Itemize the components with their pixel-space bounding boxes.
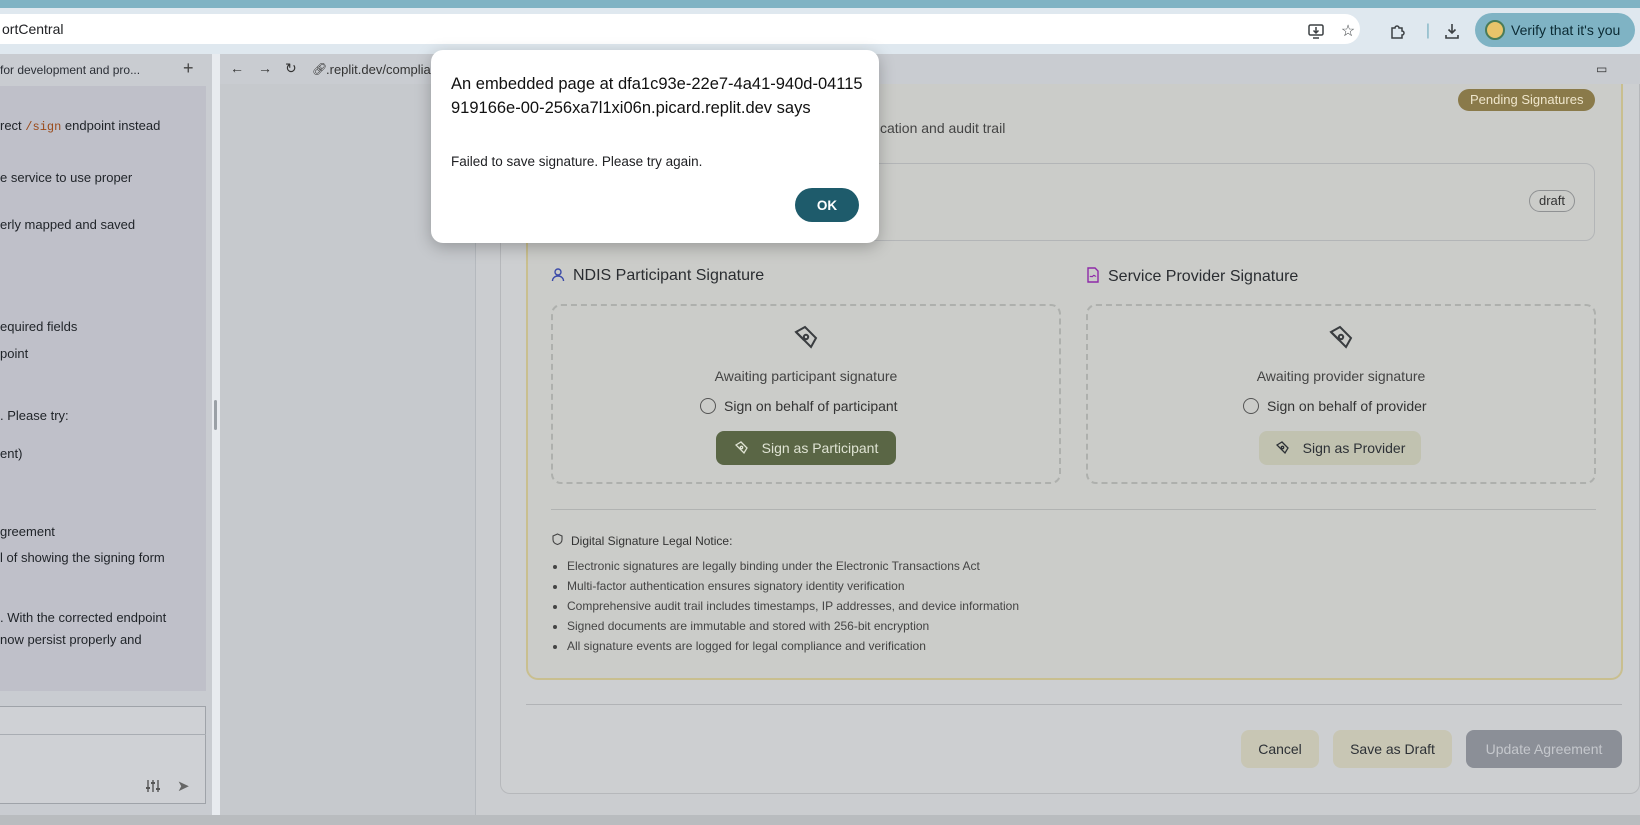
legal-notice-title: Digital Signature Legal Notice: xyxy=(552,533,732,548)
browser-top-strip xyxy=(0,0,1640,8)
chat-input-box[interactable]: ➤ xyxy=(0,706,206,804)
alert-dialog: An embedded page at dfa1c93e-22e7-4a41-9… xyxy=(431,50,879,243)
chat-header: for development and pro... xyxy=(0,63,141,77)
chat-messages: rect /sign endpoint instead e service to… xyxy=(0,86,206,691)
save-draft-button[interactable]: Save as Draft xyxy=(1333,730,1452,768)
chat-line: ent) xyxy=(0,446,23,461)
section-divider xyxy=(551,509,1596,510)
browser-toolbar: ortCentral ☆ | Verify that it's you xyxy=(0,8,1640,54)
participant-awaiting-text: Awaiting participant signature xyxy=(714,368,898,384)
sign-behalf-label: Sign on behalf of provider xyxy=(1267,398,1427,414)
provider-title-label: Service Provider Signature xyxy=(1108,267,1299,285)
back-arrow-icon[interactable]: ← xyxy=(230,60,244,76)
profile-avatar xyxy=(1485,20,1505,40)
pen-tool-icon xyxy=(1324,320,1358,354)
legal-title-label: Digital Signature Legal Notice: xyxy=(571,533,733,548)
list-item: Signed documents are immutable and store… xyxy=(567,616,1019,636)
status-badge: Pending Signatures xyxy=(1458,89,1596,111)
sign-as-provider-button[interactable]: Sign as Provider xyxy=(1259,431,1421,465)
button-label: Sign as Participant xyxy=(761,440,879,456)
radio-button[interactable] xyxy=(1243,398,1259,414)
bookmark-star-icon[interactable]: ☆ xyxy=(1338,21,1358,41)
bottom-strip xyxy=(0,815,1640,825)
download-icon[interactable] xyxy=(1442,21,1462,41)
link-icon: 🔗︎ xyxy=(312,62,328,76)
address-bar[interactable]: ortCentral xyxy=(0,14,1360,44)
reload-icon[interactable]: ↻ xyxy=(285,60,297,77)
chat-line: now persist properly and xyxy=(0,632,142,647)
dialog-title: An embedded page at dfa1c93e-22e7-4a41-9… xyxy=(451,75,863,117)
file-signature-icon xyxy=(1086,267,1100,286)
toolbar-separator: | xyxy=(1425,22,1431,39)
embedded-url[interactable]: .replit.dev/complia xyxy=(326,62,431,77)
provider-awaiting-text: Awaiting provider signature xyxy=(1256,368,1426,384)
button-label: Sign as Provider xyxy=(1302,440,1406,456)
sign-behalf-label: Sign on behalf of participant xyxy=(724,398,898,414)
agent-chat-panel: for development and pro... + rect /sign … xyxy=(0,54,212,825)
ok-button[interactable]: OK xyxy=(795,188,859,222)
list-item: All signature events are logged for lega… xyxy=(567,636,1019,656)
pen-icon xyxy=(734,441,748,455)
chat-line: greement xyxy=(0,524,55,539)
new-chat-plus-icon[interactable]: + xyxy=(183,58,194,79)
radio-button[interactable] xyxy=(700,398,716,414)
chat-line: equired fields xyxy=(0,319,78,334)
chat-line: l of showing the signing form xyxy=(0,550,165,565)
participant-signature-title: NDIS Participant Signature xyxy=(551,267,764,285)
devices-icon[interactable]: ▭ xyxy=(1596,62,1607,76)
extensions-icon[interactable] xyxy=(1388,21,1408,41)
pen-icon xyxy=(1275,441,1289,455)
chat-line: point xyxy=(0,346,29,361)
forward-arrow-icon[interactable]: → xyxy=(258,60,272,76)
send-icon[interactable]: ➤ xyxy=(177,777,190,795)
install-app-icon[interactable] xyxy=(1306,21,1326,41)
draft-badge: draft xyxy=(1529,190,1576,212)
sign-behalf-participant-option[interactable]: Sign on behalf of participant xyxy=(700,398,898,414)
footer-divider xyxy=(526,704,1622,705)
pen-tool-icon xyxy=(789,320,823,354)
list-item: Multi-factor authentication ensures sign… xyxy=(567,576,1019,596)
legal-notice-list: Electronic signatures are legally bindin… xyxy=(567,556,1019,656)
verify-identity-button[interactable]: Verify that it's you xyxy=(1475,13,1635,47)
chat-input-header xyxy=(0,707,206,735)
sign-behalf-provider-option[interactable]: Sign on behalf of provider xyxy=(1243,398,1427,414)
address-bar-text: ortCentral xyxy=(2,21,64,37)
section-subtitle: cation and audit trail xyxy=(880,120,1006,136)
chat-line: erly mapped and saved xyxy=(0,217,136,232)
cancel-button[interactable]: Cancel xyxy=(1241,730,1319,768)
sign-as-participant-button[interactable]: Sign as Participant xyxy=(716,431,896,465)
user-icon xyxy=(551,267,565,285)
list-item: Comprehensive audit trail includes times… xyxy=(567,596,1019,616)
chat-line: rect /sign endpoint instead xyxy=(0,118,161,134)
participant-title-label: NDIS Participant Signature xyxy=(573,267,765,284)
dialog-message: Failed to save signature. Please try aga… xyxy=(451,154,703,169)
list-item: Electronic signatures are legally bindin… xyxy=(567,556,1019,576)
update-agreement-button[interactable]: Update Agreement xyxy=(1466,730,1622,768)
chat-line: e service to use proper xyxy=(0,170,133,185)
chat-line: . With the corrected endpoint xyxy=(0,610,167,625)
verify-label: Verify that it's you xyxy=(1511,22,1621,38)
chat-line: . Please try: xyxy=(0,408,69,423)
shield-icon xyxy=(552,533,563,548)
panel-resize-handle[interactable] xyxy=(214,400,217,430)
settings-sliders-icon[interactable] xyxy=(145,779,161,796)
provider-signature-title: Service Provider Signature xyxy=(1086,267,1298,286)
